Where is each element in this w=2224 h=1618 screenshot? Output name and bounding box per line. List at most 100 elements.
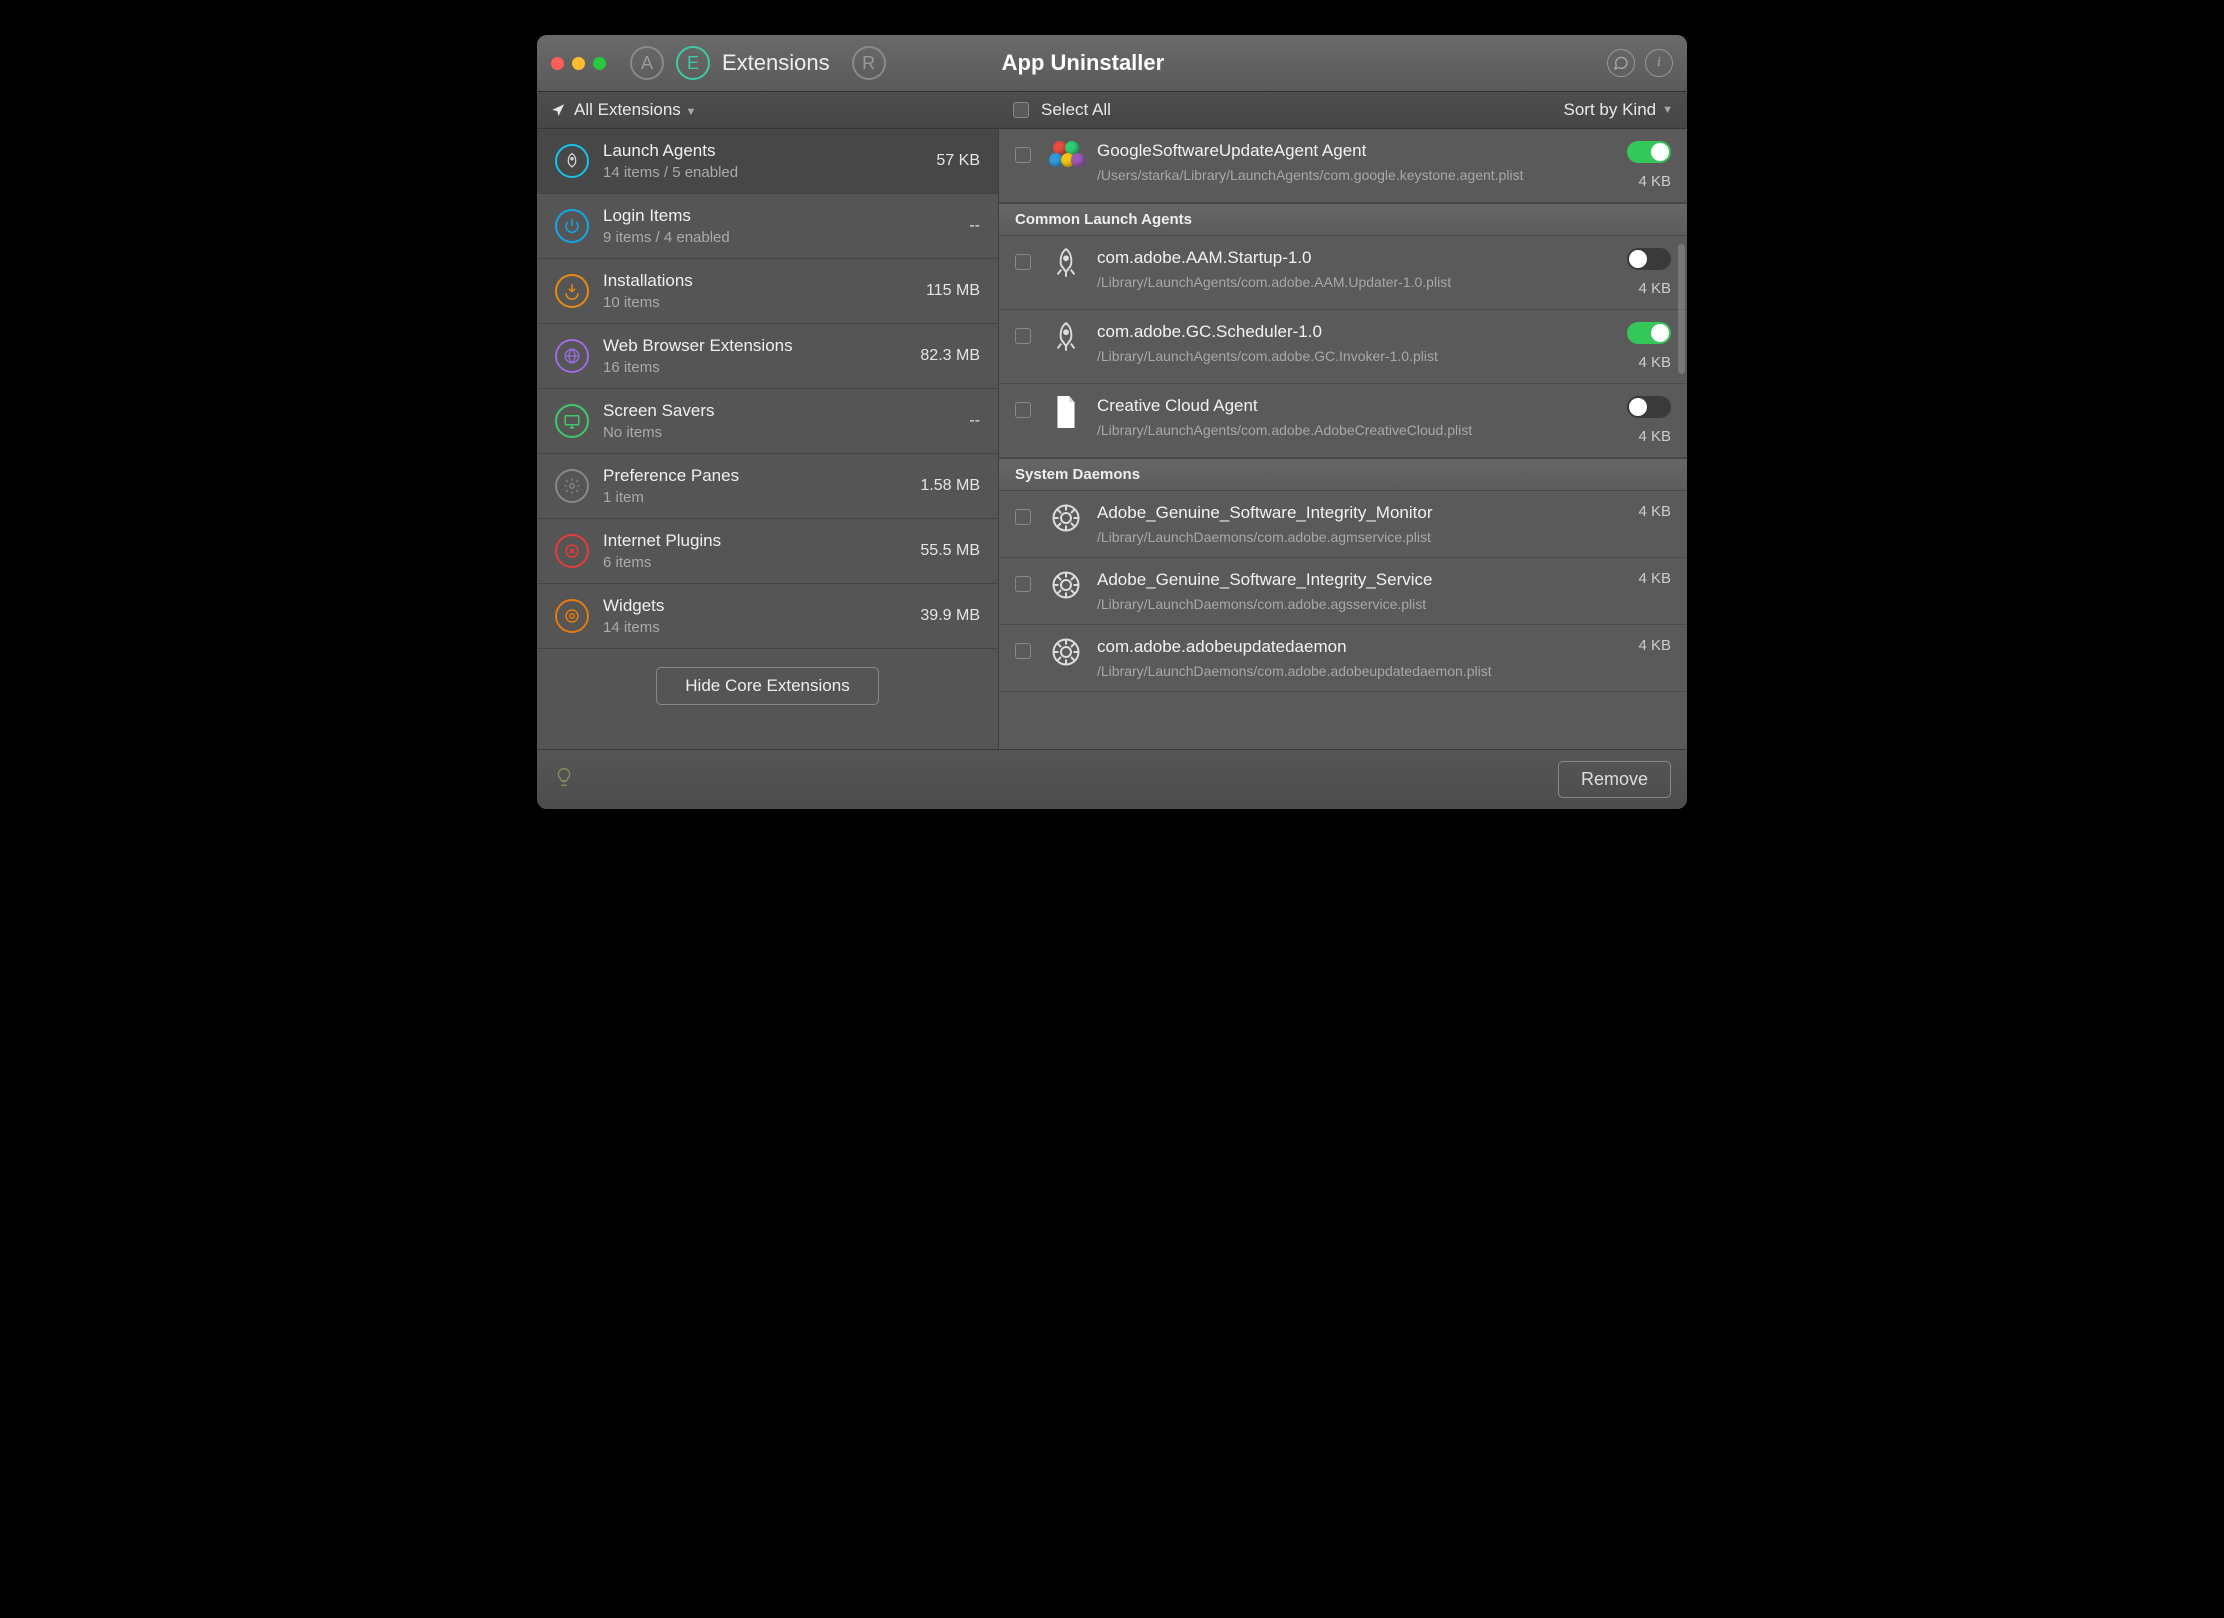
enable-toggle[interactable]: [1627, 141, 1671, 163]
item-path: /Library/LaunchAgents/com.adobe.AdobeCre…: [1097, 422, 1617, 438]
list-item: com.adobe.GC.Scheduler-1.0/Library/Launc…: [999, 310, 1687, 384]
category-subtitle: No items: [603, 424, 969, 441]
category-title: Internet Plugins: [603, 531, 920, 551]
category-size: 39.9 MB: [920, 607, 980, 625]
location-icon: [551, 103, 566, 118]
category-icon: [555, 599, 589, 633]
select-all-checkbox[interactable]: [1013, 102, 1029, 118]
sidebar-category[interactable]: Preference Panes1 item1.58 MB: [537, 454, 998, 519]
app-title: App Uninstaller: [1002, 50, 1165, 76]
chevron-down-icon: ▼: [1662, 104, 1673, 116]
list-item: Adobe_Genuine_Software_Integrity_Service…: [999, 558, 1687, 625]
lightbulb-icon[interactable]: [553, 766, 575, 794]
category-icon: [555, 469, 589, 503]
colorballs-icon: [1049, 141, 1083, 171]
feedback-icon[interactable]: [1607, 49, 1635, 77]
detail-pane: GoogleSoftwareUpdateAgent Agent/Users/st…: [999, 129, 1687, 749]
item-size: 4 KB: [1638, 173, 1671, 190]
item-checkbox[interactable]: [1015, 402, 1031, 418]
category-subtitle: 6 items: [603, 554, 920, 571]
category-size: 1.58 MB: [920, 477, 980, 495]
enable-toggle[interactable]: [1627, 248, 1671, 270]
category-title: Launch Agents: [603, 141, 936, 161]
filter-dropdown[interactable]: All Extensions ▼: [574, 100, 696, 120]
sort-dropdown[interactable]: Sort by Kind ▼: [1564, 100, 1674, 120]
category-subtitle: 1 item: [603, 489, 920, 506]
category-title: Widgets: [603, 596, 920, 616]
category-icon: [555, 534, 589, 568]
item-checkbox[interactable]: [1015, 254, 1031, 270]
remove-button[interactable]: Remove: [1558, 761, 1671, 798]
category-subtitle: 14 items / 5 enabled: [603, 164, 936, 181]
item-checkbox[interactable]: [1015, 147, 1031, 163]
sidebar-category[interactable]: Web Browser Extensions16 items82.3 MB: [537, 324, 998, 389]
remains-tab-icon[interactable]: R: [852, 46, 886, 80]
rocket-icon: [1051, 322, 1081, 358]
close-window-button[interactable]: [551, 57, 564, 70]
category-size: 115 MB: [926, 282, 980, 300]
item-checkbox[interactable]: [1015, 328, 1031, 344]
hide-core-extensions-button[interactable]: Hide Core Extensions: [656, 667, 878, 705]
zoom-window-button[interactable]: [593, 57, 606, 70]
item-size: 4 KB: [1638, 503, 1671, 520]
gear-icon: [1051, 570, 1081, 600]
category-icon: [555, 404, 589, 438]
category-icon: [555, 339, 589, 373]
item-title: com.adobe.adobeupdatedaemon: [1097, 637, 1628, 657]
extensions-tab-icon[interactable]: E: [676, 46, 710, 80]
list-item: Creative Cloud Agent/Library/LaunchAgent…: [999, 384, 1687, 458]
item-path: /Library/LaunchAgents/com.adobe.GC.Invok…: [1097, 348, 1617, 364]
titlebar: A E Extensions R App Uninstaller i: [537, 35, 1687, 91]
item-checkbox[interactable]: [1015, 643, 1031, 659]
category-subtitle: 14 items: [603, 619, 920, 636]
footer: Remove: [537, 749, 1687, 809]
item-size: 4 KB: [1638, 280, 1671, 297]
category-title: Installations: [603, 271, 926, 291]
item-title: GoogleSoftwareUpdateAgent Agent: [1097, 141, 1617, 161]
category-title: Screen Savers: [603, 401, 969, 421]
file-icon: [1053, 396, 1079, 428]
enable-toggle[interactable]: [1627, 322, 1671, 344]
category-size: --: [969, 217, 980, 235]
category-title: Web Browser Extensions: [603, 336, 920, 356]
list-item: Adobe_Genuine_Software_Integrity_Monitor…: [999, 491, 1687, 558]
item-path: /Library/LaunchDaemons/com.adobe.agsserv…: [1097, 596, 1628, 612]
category-size: 57 KB: [936, 152, 980, 170]
sidebar-category[interactable]: Installations 10 items115 MB: [537, 259, 998, 324]
content: Launch Agents 14 items / 5 enabled57 KB Lo…: [537, 129, 1687, 749]
item-title: Adobe_Genuine_Software_Integrity_Monitor: [1097, 503, 1628, 523]
item-size: 4 KB: [1638, 354, 1671, 371]
category-subtitle: 10 items: [603, 294, 926, 311]
scrollbar[interactable]: [1678, 244, 1685, 374]
item-title: Creative Cloud Agent: [1097, 396, 1617, 416]
sidebar-category[interactable]: Launch Agents 14 items / 5 enabled57 KB: [537, 129, 998, 194]
category-title: Login Items: [603, 206, 969, 226]
chevron-down-icon: ▼: [686, 106, 697, 118]
item-path: /Library/LaunchAgents/com.adobe.AAM.Upda…: [1097, 274, 1617, 290]
sidebar-category[interactable]: Login Items9 items / 4 enabled--: [537, 194, 998, 259]
info-icon[interactable]: i: [1645, 49, 1673, 77]
item-size: 4 KB: [1638, 570, 1671, 587]
item-title: Adobe_Genuine_Software_Integrity_Service: [1097, 570, 1628, 590]
item-size: 4 KB: [1638, 637, 1671, 654]
subbar: All Extensions ▼ Select All Sort by Kind…: [537, 91, 1687, 129]
sidebar-category[interactable]: Widgets 14 items39.9 MB: [537, 584, 998, 649]
sidebar-category[interactable]: Internet Plugins 6 items55.5 MB: [537, 519, 998, 584]
section-header: System Daemons: [999, 458, 1687, 491]
item-checkbox[interactable]: [1015, 509, 1031, 525]
rocket-icon: [1051, 248, 1081, 284]
category-size: 82.3 MB: [920, 347, 980, 365]
app-window: A E Extensions R App Uninstaller i All E…: [537, 35, 1687, 809]
enable-toggle[interactable]: [1627, 396, 1671, 418]
apps-tab-icon[interactable]: A: [630, 46, 664, 80]
category-size: 55.5 MB: [920, 542, 980, 560]
sidebar-category[interactable]: Screen Savers No items--: [537, 389, 998, 454]
category-size: --: [969, 412, 980, 430]
item-path: /Users/starka/Library/LaunchAgents/com.g…: [1097, 167, 1617, 183]
gear-icon: [1051, 503, 1081, 533]
window-controls: [551, 57, 606, 70]
item-checkbox[interactable]: [1015, 576, 1031, 592]
category-icon: [555, 274, 589, 308]
select-all-label: Select All: [1041, 100, 1111, 120]
minimize-window-button[interactable]: [572, 57, 585, 70]
